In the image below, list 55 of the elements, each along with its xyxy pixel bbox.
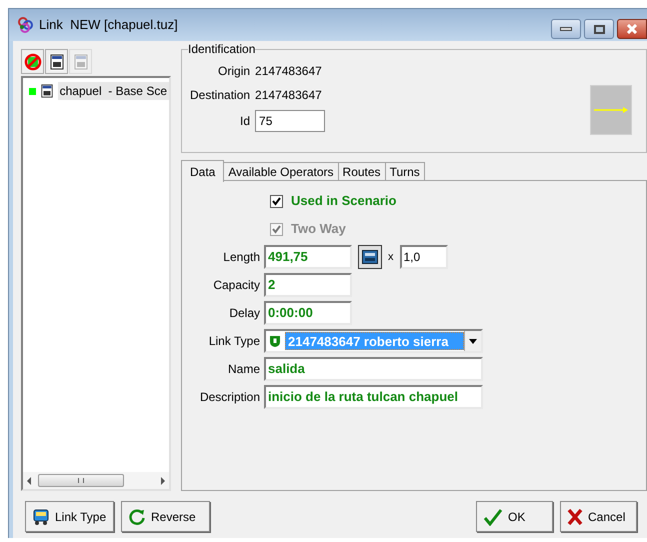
calculator-button[interactable] <box>358 245 382 269</box>
scroll-left-icon[interactable] <box>26 476 32 484</box>
multiplier-field[interactable]: 1,0 <box>400 245 448 269</box>
field-label: Origin <box>217 63 250 80</box>
field-label: Destination <box>190 87 250 104</box>
field-label: Capacity <box>212 277 260 294</box>
multiply-sign: x <box>388 250 394 265</box>
tab[interactable]: Data <box>181 160 224 182</box>
input-field[interactable]: inicio de la ruta tulcan chapuel <box>264 385 483 409</box>
app-icon <box>17 16 35 34</box>
maximize-button[interactable] <box>584 19 614 39</box>
field-label: Id <box>239 113 250 130</box>
bus-icon <box>32 508 50 526</box>
scenario-item[interactable]: chapuel - Base Sce <box>58 82 169 100</box>
window-title: Link NEW [chapuel.tuz] <box>39 16 178 34</box>
input-field[interactable]: 2 <box>264 273 352 297</box>
dialog-button[interactable]: Cancel <box>560 501 637 532</box>
prohibited-icon <box>24 52 42 70</box>
arrow-icon <box>594 106 628 114</box>
dialog-button[interactable]: Reverse <box>121 501 210 532</box>
minimize-button[interactable] <box>551 19 581 39</box>
horizontal-scrollbar[interactable] <box>23 472 169 489</box>
dialog-button[interactable]: OK <box>476 501 553 532</box>
checkbox-label: Two Way <box>291 220 346 238</box>
scenario-icon <box>40 83 54 99</box>
close-button[interactable] <box>617 19 647 39</box>
refresh-icon <box>128 508 146 526</box>
field-value: 2147483647 <box>255 63 323 80</box>
field-label: Description <box>198 389 260 406</box>
input-field[interactable]: 491,75 <box>264 245 352 269</box>
dialog-button[interactable]: Link Type <box>25 501 114 532</box>
field-value: 2147483647 <box>255 87 323 104</box>
tab[interactable]: Turns <box>386 162 425 181</box>
document-icon <box>72 54 88 70</box>
tab[interactable]: Routes <box>338 162 386 181</box>
checkbox-label: Used in Scenario <box>291 192 396 210</box>
delete-button[interactable] <box>21 49 44 74</box>
field-label: Length <box>222 249 260 266</box>
document-icon <box>48 54 64 70</box>
field-label: Link Type <box>208 333 260 350</box>
close-icon <box>567 508 583 526</box>
selected-value: 2147483647 roberto sierra <box>285 332 464 350</box>
scenario-button[interactable] <box>45 49 68 74</box>
tab[interactable]: Available Operators <box>224 162 339 181</box>
input-field[interactable]: 0:00:00 <box>264 301 352 325</box>
close-icon <box>626 24 638 34</box>
shield-icon <box>269 334 281 348</box>
checkmark-icon <box>483 508 503 526</box>
checkbox[interactable] <box>270 194 283 208</box>
scroll-right-icon[interactable] <box>160 476 166 484</box>
group-title: Identification <box>188 42 256 56</box>
field-label: Name <box>226 361 260 378</box>
id-field[interactable]: 75 <box>255 110 326 132</box>
field-label: Delay <box>228 305 260 322</box>
input-field[interactable]: salida <box>264 357 483 381</box>
